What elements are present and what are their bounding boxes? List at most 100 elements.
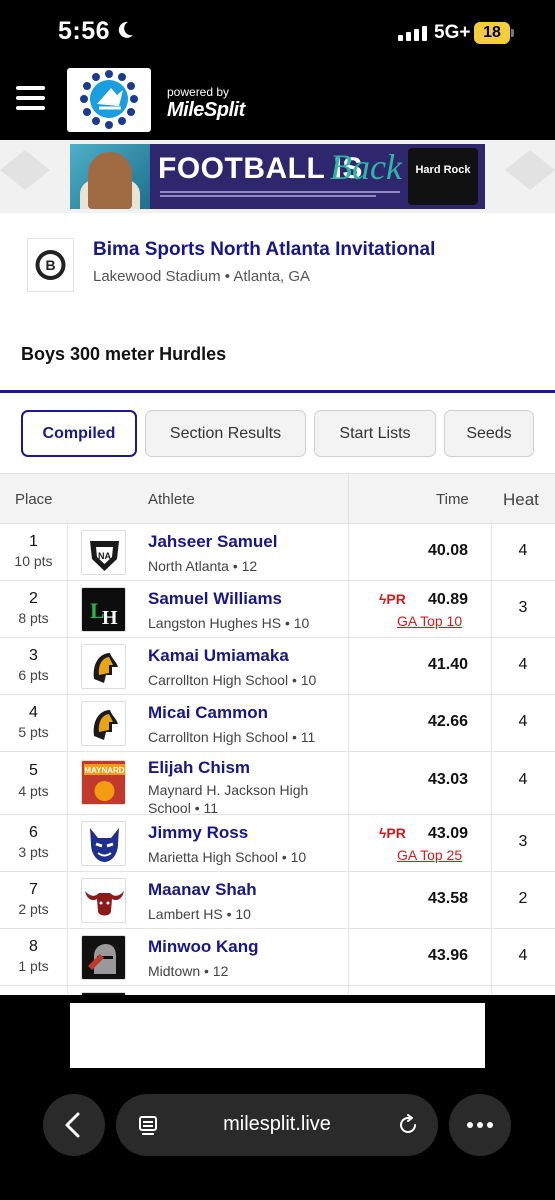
table-row[interactable]: 5 4 pts MAYNARD Elijah Chism Maynard H. … — [0, 752, 555, 817]
football-ad-banner[interactable]: FOOTBALL IS Back Hard Rock — [70, 144, 485, 209]
meet-title[interactable]: Bima Sports North Atlanta Invitational — [93, 239, 435, 261]
result-time: 40.08 — [427, 542, 468, 559]
table-row[interactable]: 1 10 pts NA Jahseer Samuel North Atlanta… — [0, 524, 555, 581]
result-heat: 4 — [518, 947, 528, 964]
table-row[interactable]: 2 8 pts LH Samuel Williams Langston Hugh… — [0, 581, 555, 638]
tab-compiled[interactable]: Compiled — [21, 410, 137, 457]
svg-text:B: B — [45, 257, 55, 273]
ellipsis-icon — [467, 1122, 493, 1128]
network-label: 5G+ — [434, 22, 471, 43]
ad-fine-print — [160, 191, 400, 197]
bottom-ad-banner[interactable] — [70, 1003, 485, 1068]
status-time: 5:56 — [58, 17, 111, 45]
row-place: 2 — [29, 590, 38, 607]
athlete-name[interactable]: Samuel Williams — [148, 589, 282, 609]
result-heat: 2 — [518, 890, 528, 907]
tab-start-lists[interactable]: Start Lists — [314, 410, 436, 457]
signal-icon — [398, 26, 427, 41]
athlete-team[interactable]: Marietta High School • 10 — [148, 848, 343, 866]
table-row[interactable]: 7 2 pts Maanav Shah Lambert HS • 10 43.5… — [0, 872, 555, 929]
row-points: 10 pts — [14, 553, 53, 569]
result-heat: 4 — [518, 656, 528, 673]
row-points: 3 pts — [18, 844, 49, 860]
athlete-name[interactable]: Minwoo Kang — [148, 937, 258, 957]
row-place: 6 — [29, 824, 38, 841]
pr-label: PR — [386, 591, 406, 607]
svg-text:NA: NA — [98, 551, 111, 561]
result-heat: 4 — [518, 713, 528, 730]
milesplit-brand[interactable]: MileSplit — [167, 99, 245, 122]
state-rank-link[interactable]: GA Top 25 — [397, 847, 462, 863]
athlete-team[interactable]: North Atlanta • 12 — [148, 557, 343, 575]
battery-cap — [511, 29, 514, 37]
row-place: 3 — [29, 647, 38, 664]
athlete-team[interactable]: Carrollton High School • 10 — [148, 671, 343, 689]
site-logo[interactable] — [67, 68, 151, 132]
result-time: 43.58 — [427, 890, 468, 907]
event-title: Boys 300 meter Hurdles — [21, 344, 227, 364]
athlete-name[interactable]: Jimmy Ross — [148, 823, 248, 843]
logo-emblem-icon — [80, 70, 138, 129]
knight-logo-icon — [81, 935, 126, 980]
row-points: 4 pts — [18, 783, 49, 799]
row-points: 2 pts — [18, 901, 49, 917]
table-header: Place Athlete Time Heat — [0, 474, 555, 524]
row-place: 8 — [29, 938, 38, 955]
meet-header: B Bima Sports North Atlanta Invitational… — [0, 213, 555, 319]
header-athlete[interactable]: Athlete — [148, 491, 195, 508]
row-points: 8 pts — [18, 610, 49, 626]
event-divider — [0, 390, 555, 393]
bima-logo-icon: B — [35, 250, 66, 280]
row-points: 1 pts — [18, 958, 49, 974]
row-place: 5 — [29, 762, 38, 779]
athlete-name[interactable]: Jahseer Samuel — [148, 532, 277, 552]
reload-icon[interactable] — [396, 1113, 420, 1137]
table-row[interactable]: 8 1 pts Minwoo Kang Midtown • 12 43.96 4 — [0, 929, 555, 986]
result-time: 43.09 — [427, 825, 468, 842]
result-time: 43.03 — [427, 771, 468, 788]
state-rank-link[interactable]: GA Top 10 — [397, 613, 462, 629]
ad-photo — [70, 144, 150, 209]
trojan-logo-icon — [81, 701, 126, 746]
row-place: 7 — [29, 881, 38, 898]
table-row[interactable]: 3 6 pts Kamai Umiamaka Carrollton High S… — [0, 638, 555, 695]
athlete-team[interactable]: Carrollton High School • 11 — [148, 728, 343, 746]
result-time: 41.40 — [427, 656, 468, 673]
tab-section-results[interactable]: Section Results — [145, 410, 306, 457]
ad-strip: FOOTBALL IS Back Hard Rock — [0, 140, 555, 213]
athlete-name[interactable]: Kamai Umiamaka — [148, 646, 289, 666]
result-heat: 4 — [518, 542, 528, 559]
address-bar[interactable]: milesplit.live — [116, 1094, 438, 1156]
result-time: 43.96 — [427, 947, 468, 964]
header-place[interactable]: Place — [15, 491, 53, 508]
athlete-name[interactable]: Elijah Chism — [148, 758, 250, 778]
result-heat: 3 — [518, 833, 528, 850]
back-button[interactable] — [43, 1094, 105, 1156]
more-button[interactable] — [449, 1094, 511, 1156]
site-header: powered by MileSplit — [0, 62, 555, 140]
header-time[interactable]: Time — [436, 491, 469, 508]
athlete-team[interactable]: Maynard H. Jackson High School • 11 — [148, 781, 343, 817]
tab-seeds[interactable]: Seeds — [444, 410, 534, 457]
row-points: 5 pts — [18, 724, 49, 740]
row-place: 1 — [29, 533, 38, 550]
ad-person — [88, 152, 132, 209]
athlete-name[interactable]: Maanav Shah — [148, 880, 257, 900]
athlete-team[interactable]: Lambert HS • 10 — [148, 905, 343, 923]
url-text: milesplit.live — [223, 1113, 331, 1135]
page-content: FOOTBALL IS Back Hard Rock B Bima Sports… — [0, 140, 555, 995]
ad-headline-script: Back — [330, 147, 402, 187]
athlete-team[interactable]: Langston Hughes HS • 10 — [148, 614, 343, 632]
longhorn-logo-icon — [81, 878, 126, 923]
moon-icon — [118, 21, 133, 38]
table-row[interactable]: 4 5 pts Micai Cammon Carrollton High Sch… — [0, 695, 555, 752]
athlete-team[interactable]: Midtown • 12 — [148, 962, 343, 980]
chevron-left-icon — [65, 1112, 80, 1138]
header-heat[interactable]: Heat — [503, 490, 539, 510]
table-row[interactable]: 6 3 pts Jimmy Ross Marietta High School … — [0, 815, 555, 872]
table-row[interactable] — [0, 986, 555, 995]
athlete-name[interactable]: Micai Cammon — [148, 703, 268, 723]
menu-icon[interactable] — [16, 86, 45, 110]
pr-label: PR — [386, 825, 406, 841]
pr-badge: ϟPR — [379, 825, 406, 841]
